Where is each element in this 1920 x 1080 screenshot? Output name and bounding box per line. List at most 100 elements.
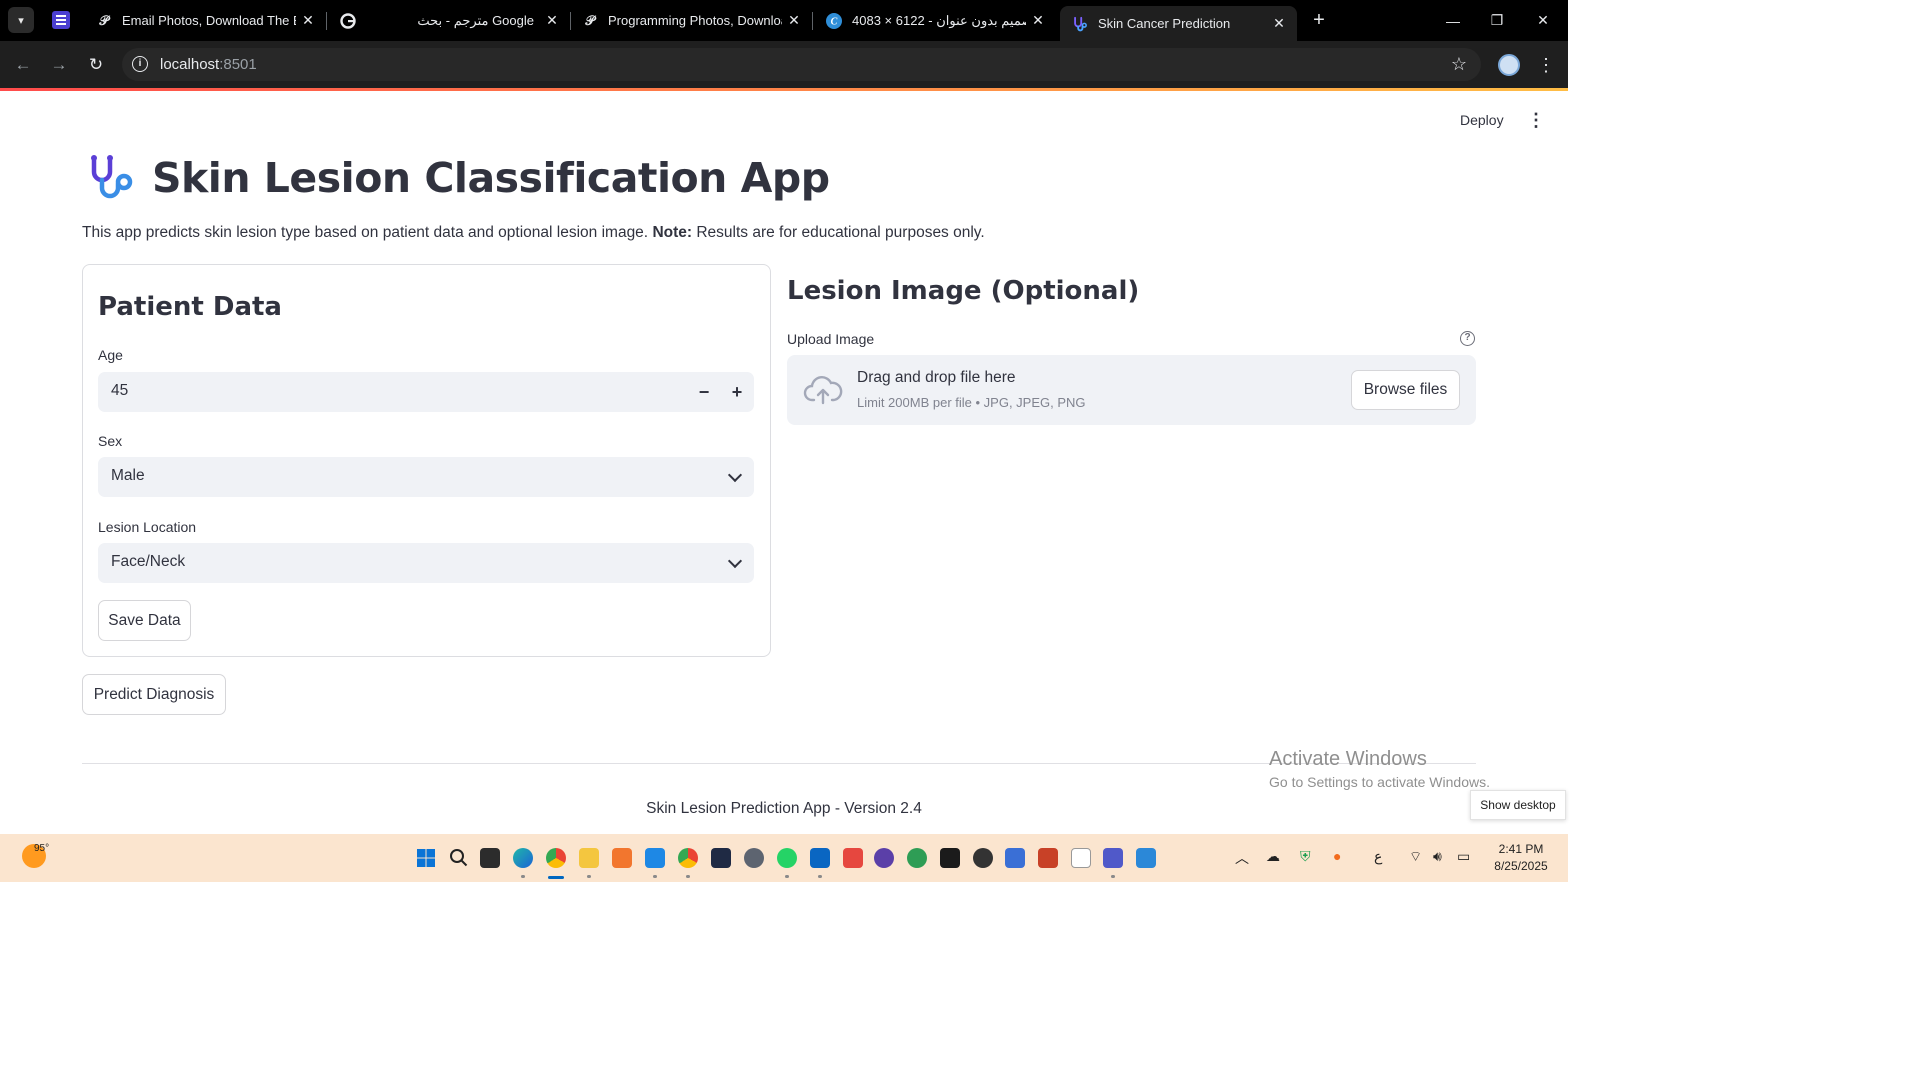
- onedrive-cloud-icon[interactable]: ☁: [1266, 848, 1280, 865]
- save-data-button[interactable]: Save Data: [98, 600, 191, 641]
- svg-text:C: C: [831, 16, 838, 27]
- taskbar-clock[interactable]: 2:41 PM 8/25/2025: [1484, 841, 1558, 875]
- tab-canva-design[interactable]: C تصميم بدون عنوان - 6122 × 4083 ✕: [814, 0, 1056, 41]
- sublime-text-icon[interactable]: [612, 848, 632, 868]
- browse-files-button[interactable]: Browse files: [1351, 370, 1460, 410]
- close-tab-icon[interactable]: ✕: [1267, 15, 1291, 32]
- sex-select[interactable]: Male: [98, 457, 754, 497]
- terminal-icon[interactable]: [940, 848, 960, 868]
- age-label: Age: [98, 347, 123, 363]
- stethoscope-icon: [91, 155, 133, 199]
- speaker-icon[interactable]: 🔊︎: [1433, 848, 1442, 865]
- predict-diagnosis-button[interactable]: Predict Diagnosis: [82, 674, 226, 715]
- notepad-icon[interactable]: [1071, 848, 1091, 868]
- teams-icon[interactable]: [1103, 848, 1123, 868]
- chevron-down-icon: [727, 467, 743, 483]
- lesion-location-label: Lesion Location: [98, 519, 197, 535]
- start-windows-icon[interactable]: [416, 848, 436, 868]
- tray-chevron-up-icon[interactable]: ︿: [1235, 848, 1249, 868]
- browser-menu-icon[interactable]: ⋮: [1536, 53, 1556, 77]
- file-dropzone[interactable]: Drag and drop file here Limit 200MB per …: [787, 355, 1476, 425]
- forward-arrow-icon[interactable]: →: [46, 52, 72, 78]
- reload-icon[interactable]: ↻: [83, 52, 109, 78]
- profile-avatar[interactable]: [1498, 54, 1520, 76]
- stethoscope-icon: [1072, 16, 1088, 32]
- address-bar[interactable]: i localhost:8501 ☆: [122, 48, 1481, 81]
- github-desktop-icon[interactable]: [874, 848, 894, 868]
- remote-desktop-icon[interactable]: [1005, 848, 1025, 868]
- age-number-input[interactable]: 45 − +: [98, 372, 754, 412]
- whatsapp-icon[interactable]: [777, 848, 797, 868]
- settings-gear-icon[interactable]: [744, 848, 764, 868]
- dropzone-instructions: Drag and drop file here: [857, 369, 1016, 386]
- windows-taskbar: 95° ︿ ☁ ⛨ ● ع ⌔ 🔊︎ ▭ 2:41 PM 8/25/2025: [0, 834, 1568, 882]
- vscode-icon[interactable]: [645, 848, 665, 868]
- back-arrow-icon[interactable]: ←: [10, 52, 36, 78]
- edge-browser-icon[interactable]: [513, 848, 533, 868]
- extension-list-icon[interactable]: [52, 11, 70, 29]
- window-close-icon[interactable]: ✕: [1518, 0, 1568, 41]
- browser-toolbar: ← → ↻ i localhost:8501 ☆ ⋮: [0, 41, 1568, 88]
- close-tab-icon[interactable]: ✕: [540, 12, 564, 29]
- lesion-location-select[interactable]: Face/Neck: [98, 543, 754, 583]
- close-tab-icon[interactable]: ✕: [782, 12, 806, 29]
- patient-data-heading: Patient Data: [98, 292, 282, 322]
- minimize-icon[interactable]: —: [1428, 0, 1478, 41]
- sex-label: Sex: [98, 433, 123, 449]
- clock-date: 8/25/2025: [1494, 859, 1548, 873]
- decrement-minus-icon[interactable]: −: [688, 376, 720, 408]
- intro-note-label: Note:: [652, 224, 693, 241]
- orange-app-tray-icon[interactable]: ●: [1333, 848, 1341, 864]
- linkedin-icon[interactable]: [810, 848, 830, 868]
- wifi-icon[interactable]: ⌔: [1409, 848, 1422, 866]
- tab-email-photos[interactable]: 𝒫 Email Photos, Download The BEST ✕: [84, 0, 327, 41]
- file-explorer-icon[interactable]: [579, 848, 599, 868]
- input-language-indicator[interactable]: ع: [1374, 848, 1382, 865]
- chrome-browser-icon[interactable]: [546, 848, 566, 868]
- tab-search-chevron-icon[interactable]: ▾: [8, 7, 34, 33]
- show-desktop-tooltip: Show desktop: [1470, 790, 1566, 820]
- app-main-menu-icon[interactable]: ⋮: [1526, 108, 1546, 132]
- search-icon[interactable]: [449, 848, 469, 868]
- green-app-icon[interactable]: [907, 848, 927, 868]
- close-tab-icon[interactable]: ✕: [296, 12, 320, 29]
- battery-icon[interactable]: ▭: [1457, 848, 1470, 865]
- help-question-icon[interactable]: ?: [1460, 331, 1475, 346]
- tab-programming-photos[interactable]: 𝒫 Programming Photos, Download ✕: [570, 0, 813, 41]
- canva-icon: C: [826, 12, 842, 29]
- age-value[interactable]: 45: [111, 382, 128, 400]
- site-info-icon[interactable]: i: [132, 56, 148, 72]
- security-shield-icon[interactable]: ⛨: [1300, 848, 1311, 865]
- restore-icon[interactable]: ❐: [1472, 0, 1522, 41]
- pinterest-p-icon: 𝒫: [99, 12, 109, 28]
- dropzone-limit-text: Limit 200MB per file • JPG, JPEG, PNG: [857, 395, 1086, 410]
- google-icon: [340, 12, 356, 29]
- red-app-icon[interactable]: [843, 848, 863, 868]
- footer-divider: [82, 763, 1476, 764]
- page-title: Skin Lesion Classification App: [86, 150, 830, 206]
- lesion-image-heading: Lesion Image (Optional): [787, 276, 1140, 306]
- chatgpt-icon[interactable]: [973, 848, 993, 868]
- task-view-icon[interactable]: [480, 848, 500, 868]
- upload-image-label: Upload Image: [787, 331, 875, 347]
- bookmark-star-icon[interactable]: ☆: [1451, 54, 1467, 75]
- jetbrains-icon[interactable]: [711, 848, 731, 868]
- clock-time: 2:41 PM: [1498, 842, 1544, 856]
- weather-temperature: 95°: [34, 843, 50, 854]
- app-title: Skin Lesion Classification App: [152, 154, 830, 202]
- photos-icon[interactable]: [1136, 848, 1156, 868]
- cloud-upload-icon: [803, 376, 843, 405]
- pinterest-p-icon: 𝒫: [585, 12, 595, 28]
- new-tab-plus-icon[interactable]: +: [1307, 8, 1331, 32]
- address-url[interactable]: localhost:8501: [160, 56, 257, 73]
- tab-google-search[interactable]: مترجم - بحث Google ✕: [328, 0, 571, 41]
- close-tab-icon[interactable]: ✕: [1026, 12, 1050, 29]
- app-decoration-bar: [0, 88, 1568, 91]
- increment-plus-icon[interactable]: +: [721, 376, 753, 408]
- chrome-profile-icon[interactable]: [678, 848, 698, 868]
- tab-skin-cancer-prediction[interactable]: Skin Cancer Prediction ✕: [1060, 6, 1297, 41]
- footer-version-text: Skin Lesion Prediction App - Version 2.4: [646, 800, 922, 817]
- deploy-button[interactable]: Deploy: [1460, 108, 1504, 132]
- lesion-location-selected-value: Face/Neck: [111, 553, 186, 570]
- powerpoint-icon[interactable]: [1038, 848, 1058, 868]
